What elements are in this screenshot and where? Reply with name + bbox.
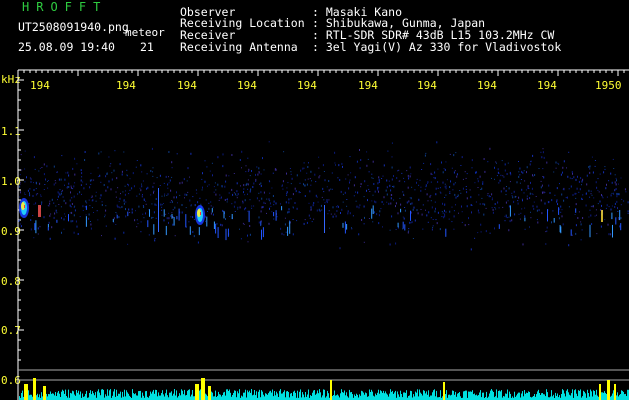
spectrogram-canvas [17,69,629,400]
spectrum-strip [19,378,629,400]
plot-frame [17,69,629,400]
noise-band [18,141,629,251]
hrofft-spectrogram-window: HROFFT UT2508091940.png meteor 25.08.09 … [0,0,629,400]
axis-ticks [17,70,625,361]
